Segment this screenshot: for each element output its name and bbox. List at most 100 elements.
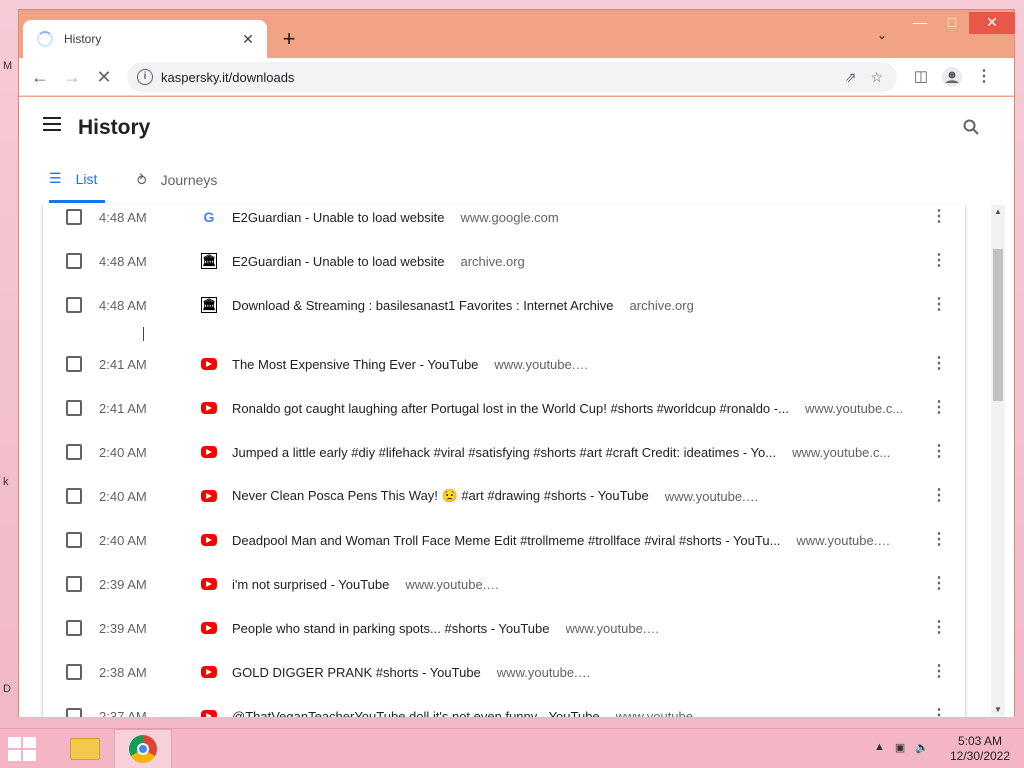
row-menu-kebab-icon[interactable]: ⋮ [931, 488, 947, 504]
share-icon[interactable]: ⇗ [845, 69, 857, 86]
row-menu-kebab-icon[interactable]: ⋮ [931, 664, 947, 680]
windows-start-icon[interactable] [8, 737, 38, 761]
clock-time: 5:03 AM [957, 734, 1003, 748]
youtube-favicon-icon [201, 622, 217, 634]
row-checkbox[interactable] [66, 620, 82, 636]
network-icon[interactable]: ▣ [895, 741, 905, 754]
scroll-down-arrow-icon[interactable]: ▼ [991, 703, 1005, 717]
row-menu-kebab-icon[interactable]: ⋮ [931, 356, 947, 372]
entry-title[interactable]: Download & Streaming : basilesanast1 Fav… [232, 298, 614, 313]
bookmark-star-icon[interactable]: ☆ [870, 69, 883, 86]
new-tab-button[interactable]: + [277, 26, 301, 52]
history-entry-link[interactable]: i'm not surprised - YouTube www.youtube.c… [232, 577, 912, 592]
tab-search-chevron-icon[interactable]: ⌄ [877, 28, 887, 42]
row-checkbox[interactable] [66, 356, 82, 372]
history-entry-link[interactable]: The Most Expensive Thing Ever - YouTube w… [232, 357, 912, 372]
history-entry-link[interactable]: Never Clean Posca Pens This Way! 😟 #art … [232, 488, 912, 504]
history-row[interactable]: 2:37 AM @ThatVeganTeacherYouTube doll it'… [43, 694, 965, 717]
entry-title[interactable]: The Most Expensive Thing Ever - YouTube [232, 357, 478, 372]
history-entry-link[interactable]: GOLD DIGGER PRANK #shorts - YouTube www.y… [232, 665, 912, 680]
stop-loading-icon[interactable]: ✕ [91, 64, 117, 90]
scrollbar[interactable]: ▲ ▼ [991, 205, 1005, 717]
row-checkbox[interactable] [66, 209, 82, 225]
site-info-icon[interactable]: i [137, 69, 153, 85]
entry-domain: www.youtube.c... [792, 444, 891, 460]
close-tab-icon[interactable]: ✕ [239, 31, 257, 48]
row-checkbox[interactable] [66, 576, 82, 592]
history-entry-link[interactable]: Deadpool Man and Woman Troll Face Meme E… [232, 533, 912, 548]
close-window-button[interactable]: ✕ [969, 12, 1015, 34]
entry-title[interactable]: Never Clean Posca Pens This Way! 😟 #art … [232, 488, 649, 504]
row-checkbox[interactable] [66, 532, 82, 548]
maximize-button[interactable]: □ [937, 12, 967, 34]
row-menu-kebab-icon[interactable]: ⋮ [931, 620, 947, 636]
chrome-logo-icon [129, 735, 157, 763]
back-arrow-icon[interactable]: ← [27, 64, 53, 90]
row-checkbox[interactable] [66, 253, 82, 269]
history-entry-link[interactable]: E2Guardian - Unable to load website www.g… [232, 210, 912, 225]
history-row[interactable]: 2:39 AM i'm not surprised - YouTube www.yo… [43, 562, 965, 606]
entry-title[interactable]: GOLD DIGGER PRANK #shorts - YouTube [232, 665, 481, 680]
row-menu-kebab-icon[interactable]: ⋮ [931, 708, 947, 718]
scroll-up-arrow-icon[interactable]: ▲ [991, 205, 1005, 219]
history-row[interactable]: 2:40 AM Never Clean Posca Pens This Way! … [43, 474, 965, 518]
taskbar-clock[interactable]: 5:03 AM 12/30/2022 [944, 734, 1016, 764]
search-icon[interactable] [963, 119, 979, 135]
volume-icon[interactable]: 🔈 [915, 741, 929, 754]
history-row[interactable]: 2:41 AM The Most Expensive Thing Ever - Y… [43, 342, 965, 386]
row-menu-kebab-icon[interactable]: ⋮ [931, 576, 947, 592]
side-panel-icon[interactable]: ◫ [908, 64, 934, 90]
entry-title[interactable]: E2Guardian - Unable to load website [232, 210, 444, 225]
file-explorer-taskbar-button[interactable] [56, 729, 114, 768]
entry-title[interactable]: Ronaldo got caught laughing after Portug… [232, 401, 789, 416]
browser-menu-kebab-icon[interactable]: ⋮ [971, 64, 997, 90]
entry-domain: www.youtube.com [494, 356, 595, 372]
history-entry-link[interactable]: Download & Streaming : basilesanast1 Fav… [232, 298, 912, 313]
row-checkbox[interactable] [66, 488, 82, 504]
history-row[interactable]: 4:48 AM 🏛 Download & Streaming : basilesan… [43, 283, 965, 327]
history-entry-link[interactable]: Jumped a little early #diy #lifehack #vi… [232, 445, 912, 460]
row-checkbox[interactable] [66, 708, 82, 717]
minimize-button[interactable]: — [905, 12, 935, 34]
entry-title[interactable]: i'm not surprised - YouTube [232, 577, 389, 592]
forward-arrow-icon[interactable]: → [59, 64, 85, 90]
visit-time: 2:38 AM [99, 664, 147, 680]
entry-title[interactable]: Deadpool Man and Woman Troll Face Meme E… [232, 533, 780, 548]
url-text[interactable]: kaspersky.it/downloads [161, 70, 845, 85]
history-row[interactable]: 2:39 AM People who stand in parking spots… [43, 606, 965, 650]
history-entry-link[interactable]: E2Guardian - Unable to load website archi… [232, 254, 912, 269]
profile-avatar-icon[interactable] [939, 64, 965, 90]
row-menu-kebab-icon[interactable]: ⋮ [931, 400, 947, 416]
history-row[interactable]: 2:41 AM Ronaldo got caught laughing after… [43, 386, 965, 430]
history-row[interactable]: 2:38 AM GOLD DIGGER PRANK #shorts - YouTu… [43, 650, 965, 694]
entry-title[interactable]: Jumped a little early #diy #lifehack #vi… [232, 445, 776, 460]
browser-tab-history[interactable]: History ✕ [23, 20, 267, 58]
history-entry-link[interactable]: People who stand in parking spots... #sh… [232, 621, 912, 636]
history-entry-link[interactable]: Ronaldo got caught laughing after Portug… [232, 401, 912, 416]
row-checkbox[interactable] [66, 400, 82, 416]
row-menu-kebab-icon[interactable]: ⋮ [931, 297, 947, 313]
history-row[interactable]: 2:40 AM Jumped a little early #diy #lifeh… [43, 430, 965, 474]
history-row[interactable]: 4:48 AM G E2Guardian - Unable to load webs… [43, 195, 965, 239]
hamburger-menu-icon[interactable] [43, 117, 61, 131]
youtube-favicon-icon [201, 666, 217, 678]
row-checkbox[interactable] [66, 297, 82, 313]
row-menu-kebab-icon[interactable]: ⋮ [931, 444, 947, 460]
row-checkbox[interactable] [66, 664, 82, 680]
youtube-favicon-icon [201, 578, 217, 590]
chrome-taskbar-button[interactable] [114, 729, 172, 768]
entry-title[interactable]: People who stand in parking spots... #sh… [232, 621, 550, 636]
show-hidden-icons-chevron-icon[interactable]: ▲ [874, 741, 885, 754]
history-row[interactable]: 2:40 AM Deadpool Man and Woman Troll Face… [43, 518, 965, 562]
history-row[interactable]: 4:48 AM 🏛 E2Guardian - Unable to load webs… [43, 239, 965, 283]
row-checkbox[interactable] [66, 444, 82, 460]
address-bar[interactable]: i kaspersky.it/downloads ⇗ ☆ [127, 62, 897, 92]
row-menu-kebab-icon[interactable]: ⋮ [931, 532, 947, 548]
row-menu-kebab-icon[interactable]: ⋮ [931, 209, 947, 225]
history-entry-link[interactable]: @ThatVeganTeacherYouTube doll it's not e… [232, 709, 912, 718]
scrollbar-thumb[interactable] [993, 249, 1003, 401]
entry-title[interactable]: E2Guardian - Unable to load website [232, 254, 444, 269]
row-menu-kebab-icon[interactable]: ⋮ [931, 253, 947, 269]
entry-title[interactable]: @ThatVeganTeacherYouTube doll it's not e… [232, 709, 600, 718]
history-page: History ☰ List ⥁ Journeys 4:48 AM G E2Guar… [19, 97, 1014, 717]
